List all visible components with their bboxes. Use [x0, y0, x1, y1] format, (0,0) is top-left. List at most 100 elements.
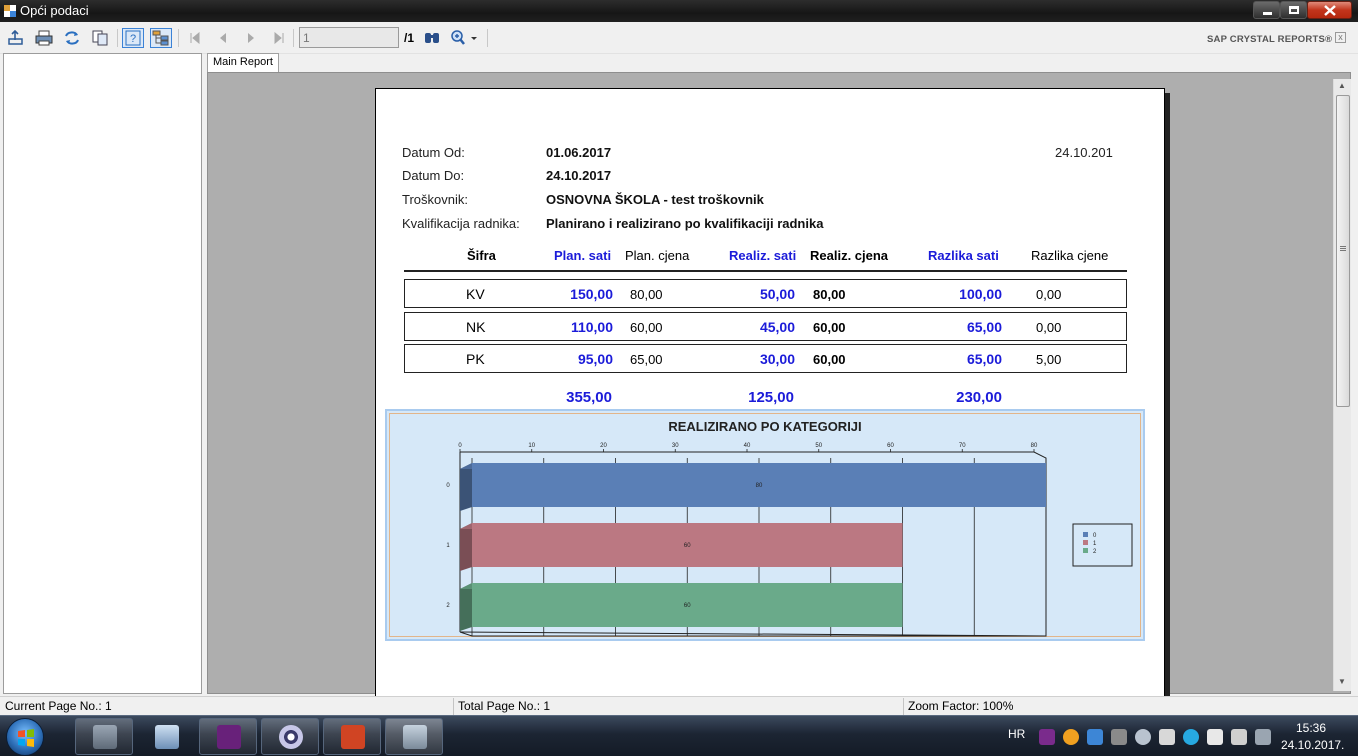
onenote-tray-icon[interactable] [1039, 729, 1055, 745]
zoom-icon[interactable] [449, 28, 479, 48]
svg-text:?: ? [130, 33, 136, 45]
last-page-icon[interactable] [268, 28, 290, 48]
taskbar-app-network[interactable] [137, 718, 195, 755]
col-header-razlika-cjene: Razlika cjene [1031, 248, 1109, 263]
app-icon [4, 5, 16, 17]
cell-sifra: NK [466, 319, 486, 335]
tick-label: 60 [887, 443, 894, 449]
notification-icon[interactable] [1255, 729, 1271, 745]
scroll-down-icon[interactable]: ▼ [1338, 677, 1346, 686]
tick-label: 40 [744, 443, 751, 449]
cell-realiz-cjena: 80,00 [813, 287, 846, 302]
print-icon[interactable] [33, 28, 55, 48]
bar-side [460, 523, 472, 571]
close-report-icon[interactable]: x [1335, 32, 1346, 43]
col-header-plan-cjena: Plan. cjena [625, 248, 690, 263]
window-title: Opći podaci [20, 3, 89, 18]
network-tray-icon[interactable] [1159, 729, 1175, 745]
kvalifikacija-label: Kvalifikacija radnika: [402, 216, 520, 231]
cell-razlika-cjene: 5,00 [1036, 352, 1062, 367]
total-razlika-sati: 230,00 [956, 389, 1002, 406]
cell-realiz-cjena: 60,00 [813, 320, 846, 335]
legend-label: 1 [1093, 541, 1097, 547]
prev-page-icon[interactable] [212, 28, 234, 48]
export-icon[interactable] [5, 28, 27, 48]
legend-swatch [1083, 548, 1088, 553]
taskbar [0, 715, 1358, 756]
legend-label: 2 [1093, 549, 1097, 555]
dropbox-tray-icon[interactable] [1087, 729, 1103, 745]
toolbar-separator [293, 29, 294, 47]
header-rule [404, 270, 1127, 272]
col-header-plan-sati: Plan. sati [554, 248, 612, 263]
close-button[interactable] [1307, 1, 1352, 19]
cell-razlika-sati: 65,00 [966, 319, 1002, 335]
maximize-button[interactable] [1280, 1, 1307, 19]
chart-container[interactable]: REALIZIRANO PO KATEGORIJI 0 10 20 30 40 50 60 70… [385, 409, 1145, 641]
datum-do-value: 24.10.2017 [546, 168, 612, 183]
find-icon[interactable] [421, 28, 443, 48]
tab-main-report[interactable]: Main Report [207, 53, 279, 72]
skype-tray-icon[interactable] [1183, 729, 1199, 745]
tray-icon[interactable] [1135, 729, 1151, 745]
powerpoint-icon [341, 725, 365, 749]
cell-plan-cjena: 80,00 [630, 287, 663, 302]
explorer-icon [93, 725, 117, 749]
minimize-button[interactable] [1253, 1, 1280, 19]
next-page-icon[interactable] [240, 28, 262, 48]
status-zoom: Zoom Factor: 100% [908, 699, 1014, 713]
language-indicator[interactable]: HR [1008, 727, 1025, 741]
title-bar: Opći podaci [0, 0, 1358, 22]
status-total-pages: Total Page No.: 1 [458, 699, 551, 713]
datum-od-label: Datum Od: [402, 145, 465, 160]
cell-razlika-cjene: 0,00 [1036, 320, 1062, 335]
datum-od-value: 01.06.2017 [546, 145, 612, 160]
taskbar-app-crystal-viewer[interactable] [385, 718, 443, 755]
refresh-icon[interactable] [61, 28, 83, 48]
tick-label: 20 [600, 443, 607, 449]
col-header-realiz-cjena: Realiz. cjena [810, 248, 889, 263]
cell-realiz-sati: 45,00 [759, 319, 795, 335]
tray-icon[interactable] [1111, 729, 1127, 745]
total-plan-sati: 355,00 [566, 389, 612, 406]
print-date: 24.10.201 [1055, 145, 1113, 160]
volume-icon[interactable] [1231, 729, 1247, 745]
category-label: 1 [446, 543, 450, 549]
toolbar-separator [117, 29, 118, 47]
tick-label: 70 [959, 443, 966, 449]
group-tree-panel[interactable] [3, 53, 202, 694]
category-label: 2 [446, 603, 450, 609]
cell-plan-sati: 110,00 [570, 319, 613, 335]
page-number-input[interactable]: 1 [299, 27, 399, 48]
tick-label: 50 [815, 443, 822, 449]
data-label: 60 [684, 603, 691, 609]
total-realiz-sati: 125,00 [748, 389, 794, 406]
group-tree-icon[interactable] [150, 28, 172, 48]
legend-box [1072, 523, 1133, 567]
taskbar-app-powerpoint[interactable] [323, 718, 381, 755]
browser-icon [279, 725, 303, 749]
status-current-page: Current Page No.: 1 [5, 699, 112, 713]
taskbar-app-visual-studio[interactable] [199, 718, 257, 755]
flag-tray-icon[interactable] [1207, 729, 1223, 745]
taskbar-app-explorer[interactable] [75, 718, 133, 755]
scroll-thumb[interactable] [1336, 95, 1350, 407]
cell-sifra: PK [466, 351, 485, 367]
legend-label: 0 [1093, 533, 1097, 539]
taskbar-app-browser[interactable] [261, 718, 319, 755]
visual-studio-icon [217, 725, 241, 749]
data-label: 80 [756, 483, 763, 489]
col-header-razlika-sati: Razlika sati [928, 248, 999, 263]
help-icon[interactable]: ? [122, 28, 144, 48]
start-button[interactable] [6, 718, 44, 756]
app-tray-icon[interactable] [1063, 729, 1079, 745]
tick-label: 0 [458, 443, 462, 449]
clock-date[interactable]: 24.10.2017. [1281, 738, 1344, 752]
scroll-up-icon[interactable]: ▲ [1338, 81, 1346, 90]
col-header-realiz-sati: Realiz. sati [729, 248, 797, 263]
cell-razlika-sati: 100,00 [959, 286, 1002, 302]
first-page-icon[interactable] [184, 28, 206, 48]
vertical-scrollbar[interactable]: ▲ ▼ [1333, 79, 1351, 691]
clock-time[interactable]: 15:36 [1296, 721, 1326, 735]
copy-icon[interactable] [89, 28, 111, 48]
